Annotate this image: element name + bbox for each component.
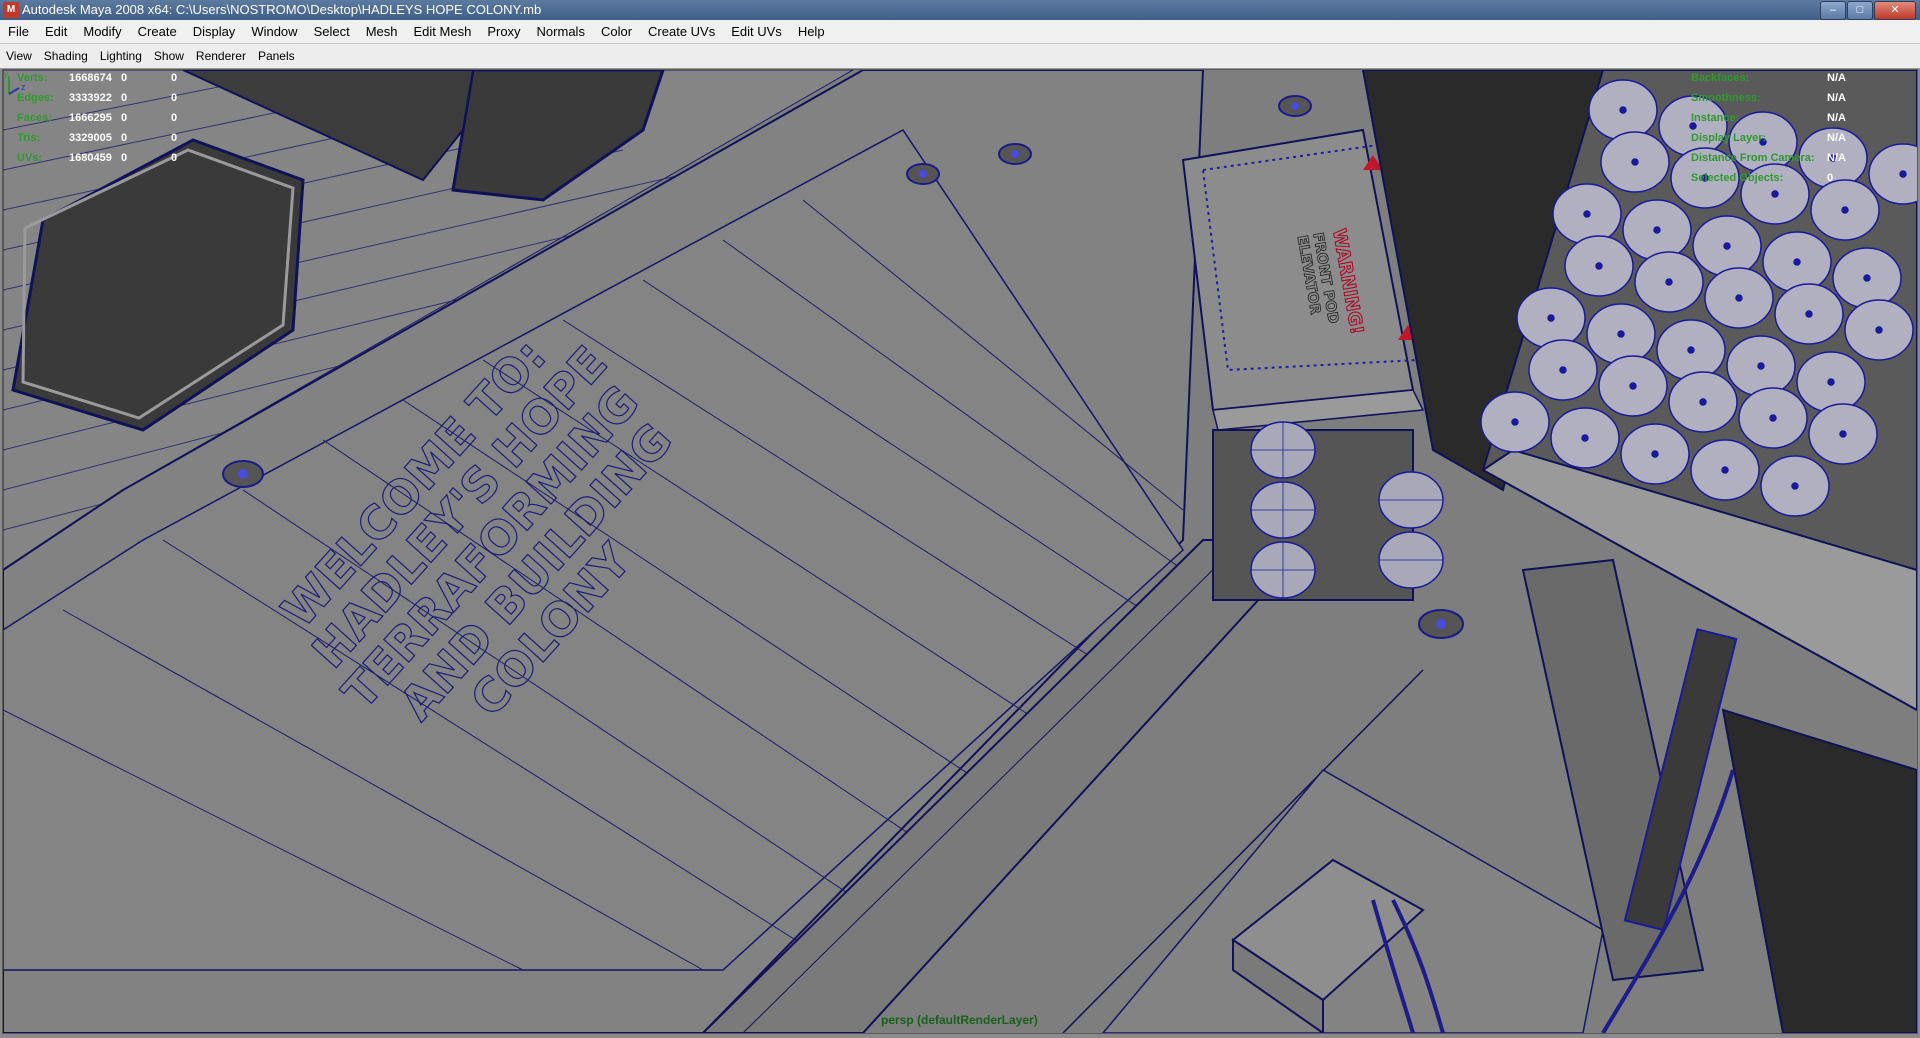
- title-bar: M Autodesk Maya 2008 x64: C:\Users\NOSTR…: [0, 0, 1920, 20]
- panel-menu-renderer[interactable]: Renderer: [190, 49, 252, 63]
- canister-center: [1827, 378, 1835, 386]
- panel-menu-lighting[interactable]: Lighting: [94, 49, 148, 63]
- hud-value: 0: [171, 132, 178, 144]
- menu-file[interactable]: File: [0, 24, 37, 39]
- panel-menu-view[interactable]: View: [0, 49, 38, 63]
- hud-label: UVs:: [17, 152, 43, 164]
- hud-label: Smoothness:: [1691, 92, 1761, 104]
- canister-center: [1757, 362, 1765, 370]
- maya-icon: M: [3, 2, 19, 18]
- hud-value: 1680459: [69, 152, 112, 164]
- canister-center: [1547, 314, 1555, 322]
- hud-value: 0: [121, 152, 128, 164]
- window-title: Autodesk Maya 2008 x64: C:\Users\NOSTROM…: [22, 2, 542, 17]
- menu-window[interactable]: Window: [243, 24, 305, 39]
- menu-select[interactable]: Select: [306, 24, 358, 39]
- hud-value: N/A: [1827, 72, 1846, 84]
- hud-value: 3329005: [69, 132, 112, 144]
- canister-center: [1617, 330, 1625, 338]
- canister-center: [1559, 366, 1567, 374]
- canister-center: [1793, 258, 1801, 266]
- panel-menu-shading[interactable]: Shading: [38, 49, 94, 63]
- canister-center: [1841, 206, 1849, 214]
- menu-create-uvs[interactable]: Create UVs: [640, 24, 723, 39]
- hud-value: N/A: [1827, 112, 1846, 124]
- canister-center: [1651, 450, 1659, 458]
- panel-menu-bar: View Shading Lighting Show Renderer Pane…: [0, 44, 1920, 69]
- hud-value: 3333922: [69, 92, 112, 104]
- canister-center: [1595, 262, 1603, 270]
- canister-center: [1735, 294, 1743, 302]
- hud-value: 0: [171, 92, 178, 104]
- canister-center: [1839, 430, 1847, 438]
- window-controls: – □ ✕: [1820, 1, 1916, 20]
- hud-label: Backfaces:: [1691, 72, 1750, 84]
- axis-z-label: z: [21, 82, 26, 92]
- menu-edit-uvs[interactable]: Edit UVs: [723, 24, 790, 39]
- canister-center: [1699, 398, 1707, 406]
- hud-value: 1668674: [69, 72, 112, 84]
- hud-label: Faces:: [17, 112, 52, 124]
- scene-wireframe: WELCOME TO: HADLEY'S HOPE TERRAFORMING A…: [3, 70, 1917, 1033]
- menu-create[interactable]: Create: [130, 24, 185, 39]
- hud-value: 0: [121, 92, 128, 104]
- menu-proxy[interactable]: Proxy: [479, 24, 528, 39]
- canister-center: [1631, 158, 1639, 166]
- hud-value: N/A: [1827, 152, 1846, 164]
- menu-edit-mesh[interactable]: Edit Mesh: [406, 24, 480, 39]
- canister-center: [1619, 106, 1627, 114]
- menu-help[interactable]: Help: [790, 24, 833, 39]
- menu-modify[interactable]: Modify: [75, 24, 129, 39]
- close-button[interactable]: ✕: [1874, 1, 1916, 20]
- menu-display[interactable]: Display: [185, 24, 244, 39]
- hud-value: 0: [121, 72, 128, 84]
- hud-value: 0: [121, 112, 128, 124]
- canister-center: [1723, 242, 1731, 250]
- hud-label: Display Layer:: [1691, 132, 1767, 144]
- hud-value: 1666295: [69, 112, 112, 124]
- hud-value: N/A: [1827, 132, 1846, 144]
- canister-center: [1687, 346, 1695, 354]
- axis-y-label: y: [4, 70, 8, 79]
- hud-label: Tris:: [17, 132, 41, 144]
- canister-center: [1899, 170, 1907, 178]
- panel-menu-panels[interactable]: Panels: [252, 49, 301, 63]
- canister-center: [1771, 190, 1779, 198]
- hud-label: Distance From Camera:: [1691, 152, 1815, 164]
- maximize-button[interactable]: □: [1847, 1, 1873, 20]
- hud-value: 0: [1827, 172, 1834, 184]
- canister-center: [1665, 278, 1673, 286]
- canister-center: [1791, 482, 1799, 490]
- hud-value: N/A: [1827, 92, 1846, 104]
- panel-menu-show[interactable]: Show: [148, 49, 190, 63]
- camera-label: persp (defaultRenderLayer): [881, 1013, 1038, 1027]
- canister-center: [1721, 466, 1729, 474]
- canister-center: [1583, 210, 1591, 218]
- canister-center: [1875, 326, 1883, 334]
- menu-edit[interactable]: Edit: [37, 24, 75, 39]
- main-menu-bar: File Edit Modify Create Display Window S…: [0, 20, 1920, 44]
- hud-value: 0: [171, 112, 178, 124]
- hud-value: 0: [171, 72, 178, 84]
- canister-center: [1805, 310, 1813, 318]
- canister-center: [1863, 274, 1871, 282]
- menu-mesh[interactable]: Mesh: [358, 24, 406, 39]
- perspective-viewport[interactable]: WELCOME TO: HADLEY'S HOPE TERRAFORMING A…: [2, 69, 1918, 1034]
- axis-gizmo-icon: y z: [4, 70, 26, 95]
- hud-value: 0: [171, 152, 178, 164]
- menu-color[interactable]: Color: [593, 24, 640, 39]
- hud-label: Instance:: [1691, 112, 1740, 124]
- canister-center: [1581, 434, 1589, 442]
- minimize-button[interactable]: –: [1820, 1, 1846, 20]
- hud-label: Selected Objects:: [1691, 172, 1784, 184]
- canister-center: [1629, 382, 1637, 390]
- hud-value: 0: [121, 132, 128, 144]
- menu-normals[interactable]: Normals: [529, 24, 593, 39]
- canister-center: [1511, 418, 1519, 426]
- canister-center: [1653, 226, 1661, 234]
- canister-center: [1769, 414, 1777, 422]
